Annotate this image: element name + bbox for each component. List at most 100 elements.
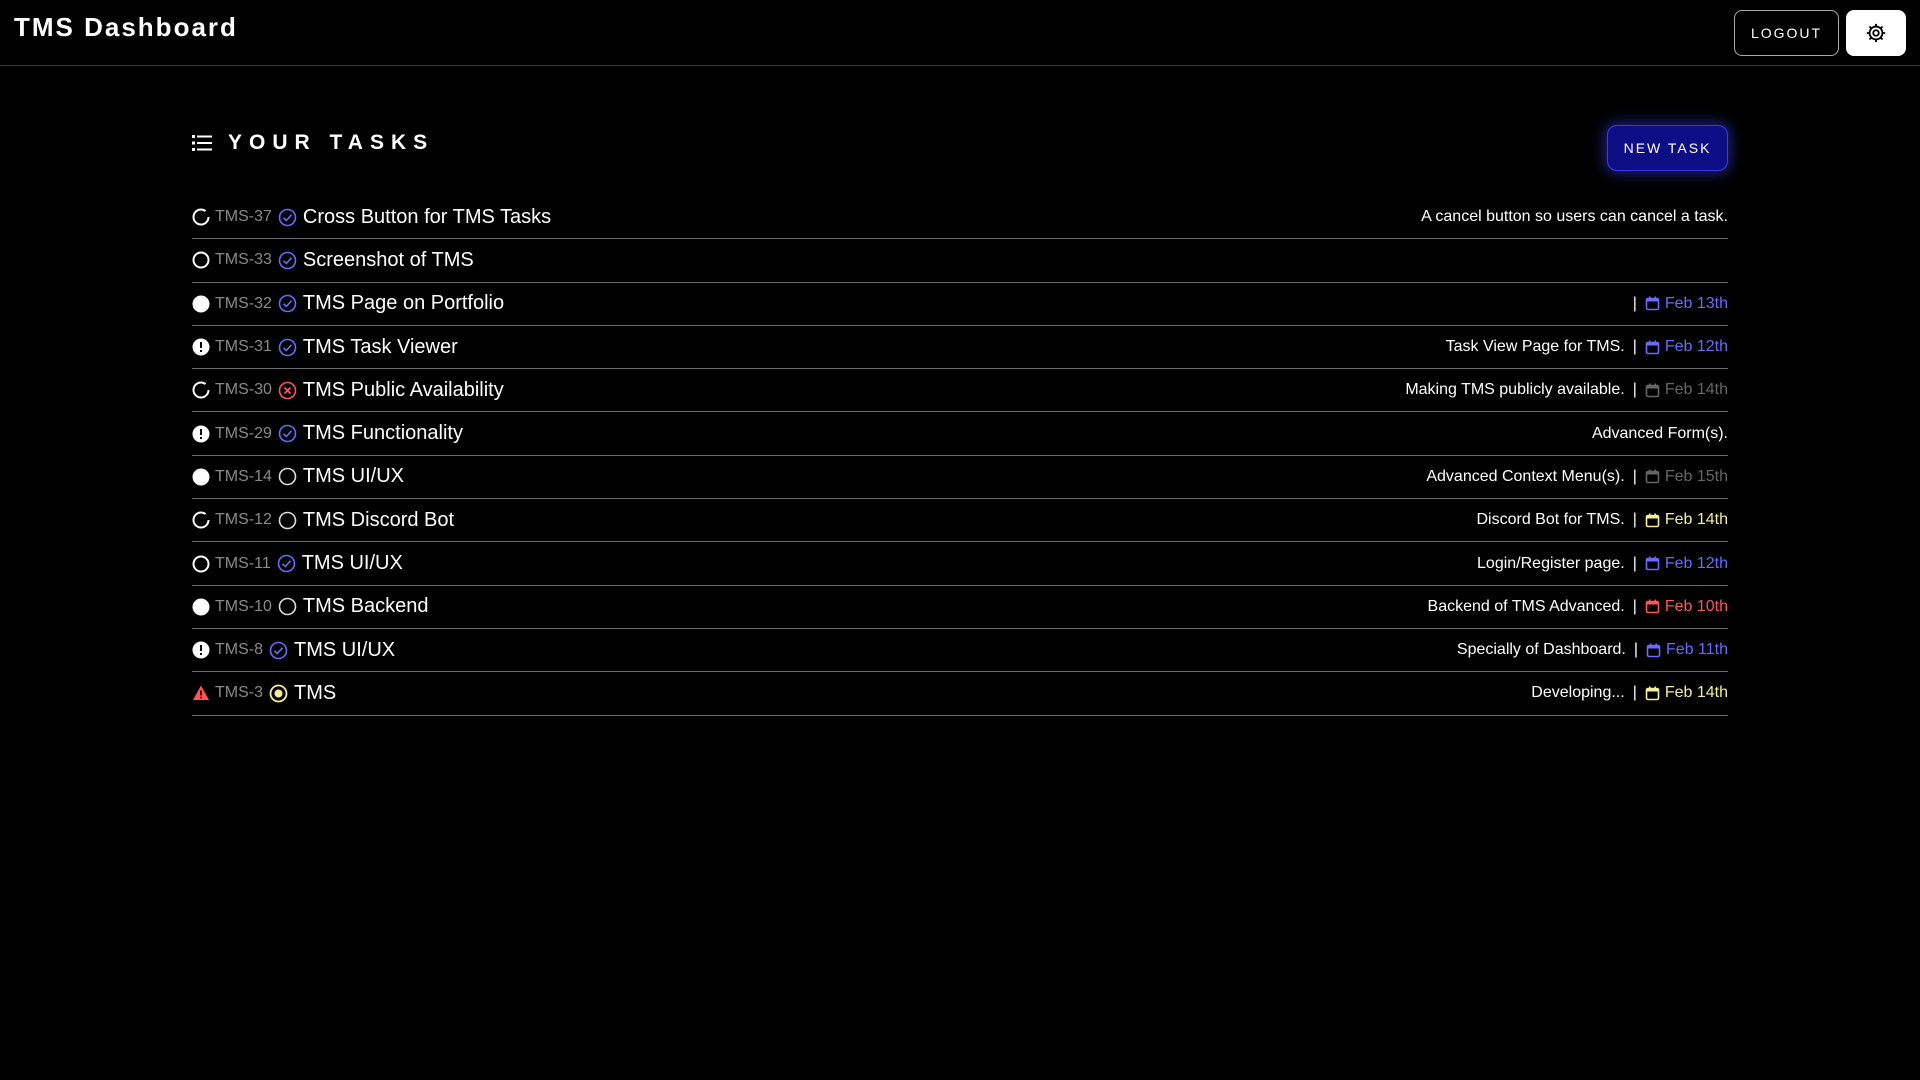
calendar-icon [1645,513,1660,528]
meta-separator: | [1632,294,1637,312]
due-date: Feb 14th [1645,381,1728,399]
meta-separator: | [1632,597,1637,615]
task-main: TMS-3 TMS [192,682,1531,705]
task-title[interactable]: TMS UI/UX [303,465,404,488]
due-date: Feb 11th [1646,641,1728,659]
task-row[interactable]: TMS-30 TMS Public Availability Making TMS … [192,369,1728,413]
task-key: TMS-37 [215,208,272,226]
task-title[interactable]: Cross Button for TMS Tasks [303,206,551,229]
task-title[interactable]: TMS Backend [303,595,429,618]
task-description: Making TMS publicly available. [1405,381,1625,399]
status-done-icon[interactable] [278,251,297,270]
task-meta: A cancel button so users can cancel a ta… [1421,208,1728,226]
task-main: TMS-14 TMS UI/UX [192,465,1426,488]
task-main: TMS-12 TMS Discord Bot [192,509,1477,532]
task-row[interactable]: TMS-10 TMS Backend Backend of TMS Advanced… [192,586,1728,629]
status-done-icon[interactable] [278,294,297,313]
task-row[interactable]: TMS-37 Cross Button for TMS Tasks A cancel… [192,196,1728,240]
due-date: Feb 12th [1645,555,1728,573]
new-task-button[interactable]: NEW TASK [1607,125,1728,171]
task-meta: Backend of TMS Advanced. | Feb 10th [1428,598,1728,616]
due-date: Feb 12th [1645,338,1728,356]
status-cancelled-icon[interactable] [278,381,297,400]
task-title[interactable]: TMS [294,682,336,705]
due-date: Feb 10th [1645,598,1728,616]
task-title[interactable]: TMS Functionality [303,422,463,445]
task-row[interactable]: TMS-14 TMS UI/UX Advanced Context Menu(s).… [192,456,1728,500]
task-title[interactable]: TMS Task Viewer [303,336,458,359]
status-done-icon[interactable] [277,554,296,573]
task-description: Advanced Form(s). [1591,424,1728,442]
logout-button[interactable]: LOGOUT [1734,10,1839,56]
priority-medium-icon[interactable] [192,511,210,529]
priority-high-icon[interactable] [192,598,210,616]
task-key: TMS-29 [215,424,272,442]
task-main: TMS-37 Cross Button for TMS Tasks [192,206,1421,229]
task-meta: | Feb 13th [1625,295,1728,313]
calendar-icon [1646,643,1661,658]
task-meta: Advanced Context Menu(s). | Feb 15th [1426,468,1728,486]
task-title[interactable]: TMS UI/UX [302,552,403,575]
meta-separator: | [1632,338,1637,356]
task-key: TMS-10 [215,597,272,615]
task-title[interactable]: Screenshot of TMS [303,249,474,272]
priority-high-icon[interactable] [192,468,210,486]
calendar-icon [1645,469,1660,484]
status-todo-icon[interactable] [278,467,297,486]
due-date-text: Feb 12th [1664,338,1728,356]
status-todo-icon[interactable] [278,597,297,616]
task-row[interactable]: TMS-12 TMS Discord Bot Discord Bot for TMS… [192,499,1729,543]
task-row[interactable]: TMS-33 Screenshot of TMS [192,239,1728,283]
settings-button[interactable] [1846,10,1906,56]
top-bar: TMS Dashboard LOGOUT [0,0,1920,66]
priority-high-icon[interactable] [192,295,210,313]
priority-urgent-icon[interactable] [192,425,210,443]
status-done-icon[interactable] [269,641,288,660]
app-title: TMS Dashboard [14,12,238,42]
task-meta: Making TMS publicly available. | Feb 14th [1405,381,1728,399]
task-row[interactable]: TMS-29 TMS Functionality Advanced Form(s). [192,412,1728,456]
status-done-icon[interactable] [278,338,297,357]
task-title[interactable]: TMS UI/UX [294,639,395,662]
task-row[interactable]: TMS-32 TMS Page on Portfolio | Feb 13th [192,283,1728,326]
due-date-text: Feb 14th [1664,381,1728,399]
task-title[interactable]: TMS Discord Bot [303,509,454,532]
task-main: TMS-29 TMS Functionality [192,422,1592,445]
priority-low-icon[interactable] [192,251,210,269]
status-in-progress-icon[interactable] [269,684,288,703]
priority-urgent-icon[interactable] [192,338,210,356]
task-title[interactable]: TMS Public Availability [303,379,504,402]
priority-urgent-icon[interactable] [192,641,210,659]
task-title[interactable]: TMS Page on Portfolio [303,292,504,315]
task-row[interactable]: TMS-11 TMS UI/UX Login/Register page. | Feb … [192,542,1728,586]
task-row[interactable]: TMS-3 TMS Developing... | Feb 14th [192,672,1728,716]
meta-separator: | [1632,467,1637,485]
calendar-icon [1645,556,1660,571]
task-description: Login/Register page. [1477,554,1625,572]
calendar-icon [1645,340,1660,355]
task-row[interactable]: TMS-8 TMS UI/UX Specially of Dashboard. | Fe… [192,629,1728,673]
due-date-text: Feb 14th [1664,511,1728,529]
priority-medium-icon[interactable] [192,208,210,226]
task-list: TMS-37 Cross Button for TMS Tasks A cancel… [192,196,1728,716]
calendar-icon [1645,599,1660,614]
priority-critical-icon[interactable] [192,684,210,702]
status-todo-icon[interactable] [278,511,297,530]
due-date-text: Feb 14th [1664,684,1728,702]
status-done-icon[interactable] [278,424,297,443]
task-key: TMS-11 [215,554,271,572]
tasks-heading: YOUR TASKS [192,128,434,158]
task-row[interactable]: TMS-31 TMS Task Viewer Task View Page for … [192,326,1728,370]
task-description: Task View Page for TMS. [1445,338,1625,356]
status-done-icon[interactable] [278,208,297,227]
meta-separator: | [1632,554,1637,572]
task-key: TMS-8 [215,641,263,659]
meta-separator: | [1633,641,1639,659]
task-meta: Discord Bot for TMS. | Feb 14th [1477,511,1729,529]
task-description: Advanced Context Menu(s). [1426,467,1625,485]
task-meta: Developing... | Feb 14th [1531,684,1728,702]
meta-separator: | [1632,381,1637,399]
priority-low-icon[interactable] [192,555,210,573]
priority-medium-icon[interactable] [192,381,210,399]
task-key: TMS-30 [215,381,272,399]
